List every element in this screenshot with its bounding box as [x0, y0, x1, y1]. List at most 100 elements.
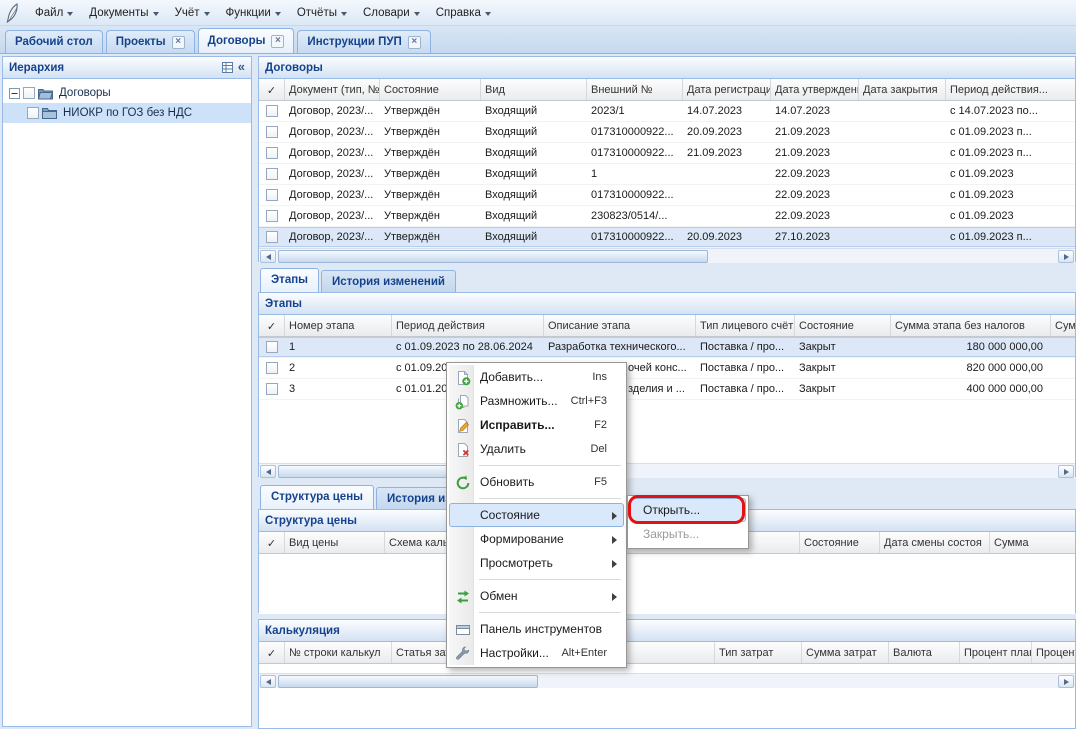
menu-item-toolbar-panel[interactable]: Панель инструментов: [449, 617, 624, 641]
column-header[interactable]: Сумма: [1051, 315, 1075, 336]
menubar-item-accounting[interactable]: Учёт: [167, 3, 218, 23]
column-header[interactable]: Сумма этапа без налогов: [891, 315, 1051, 336]
column-header[interactable]: Тип лицевого счёт: [696, 315, 795, 336]
tab-stages[interactable]: Этапы: [260, 268, 319, 292]
column-header[interactable]: ✓: [259, 315, 285, 336]
scroll-thumb[interactable]: [278, 675, 538, 688]
tab-price-structure[interactable]: Структура цены: [260, 485, 374, 509]
menu-item-exchange[interactable]: Обмен: [449, 584, 624, 608]
row-checkbox[interactable]: [266, 362, 278, 374]
column-header[interactable]: Внешний №: [587, 79, 683, 100]
scroll-left-button[interactable]: [260, 675, 276, 688]
tab-change-history[interactable]: История изменений: [321, 270, 456, 292]
column-header[interactable]: Сумма затрат: [802, 642, 889, 663]
row-checkbox[interactable]: [266, 383, 278, 395]
menu-item-add[interactable]: Добавить...Ins: [449, 365, 624, 389]
table-row[interactable]: Договор, 2023/...УтверждёнВходящий122.09…: [259, 164, 1075, 185]
row-checkbox[interactable]: [266, 189, 278, 201]
scroll-thumb[interactable]: [278, 250, 708, 263]
menu-item-view[interactable]: Просмотреть: [449, 551, 624, 575]
tab-pup-instructions[interactable]: Инструкции ПУП×: [297, 30, 430, 53]
row-checkbox[interactable]: [266, 231, 278, 243]
calculation-horizontal-scrollbar[interactable]: [259, 673, 1075, 688]
stages-panel-title: Этапы: [265, 298, 302, 310]
menubar-item-reports[interactable]: Отчёты: [289, 3, 355, 23]
column-header[interactable]: Описание этапа: [544, 315, 696, 336]
row-checkbox[interactable]: [266, 126, 278, 138]
column-header[interactable]: Период действия: [392, 315, 544, 336]
table-row[interactable]: Договор, 2023/...УтверждёнВходящий017310…: [259, 143, 1075, 164]
column-header[interactable]: Дата закрытия: [859, 79, 946, 100]
row-checkbox-cell: [259, 185, 285, 205]
row-checkbox[interactable]: [266, 168, 278, 180]
tab-close-icon[interactable]: ×: [408, 36, 421, 49]
tab-desktop[interactable]: Рабочий стол: [5, 30, 103, 53]
filter-grid-icon[interactable]: [222, 62, 233, 73]
column-header[interactable]: Сумма: [990, 532, 1075, 553]
column-header[interactable]: Состояние: [795, 315, 891, 336]
table-row[interactable]: Договор, 2023/...УтверждёнВходящий017310…: [259, 227, 1075, 248]
column-header[interactable]: Вид: [481, 79, 587, 100]
scroll-left-button[interactable]: [260, 465, 276, 478]
table-row[interactable]: 3с 01.01.202зделия и ...Поставка / про..…: [259, 379, 1075, 400]
scroll-right-button[interactable]: [1058, 250, 1074, 263]
tab-contracts[interactable]: Договоры×: [198, 28, 295, 53]
table-cell: Входящий: [481, 227, 587, 247]
column-header[interactable]: Состояние: [380, 79, 481, 100]
table-row[interactable]: Договор, 2023/...УтверждёнВходящий017310…: [259, 185, 1075, 206]
menubar-item-documents[interactable]: Документы: [81, 3, 166, 23]
column-header[interactable]: Дата регистрации: [683, 79, 771, 100]
menubar-item-file[interactable]: Файл: [27, 3, 81, 23]
row-checkbox[interactable]: [266, 210, 278, 222]
table-row[interactable]: Договор, 2023/...УтверждёнВходящий230823…: [259, 206, 1075, 227]
tree-node-niokr-folder[interactable]: НИОКР по ГОЗ без НДС: [3, 103, 251, 123]
column-header[interactable]: Процент ф...: [1032, 642, 1075, 663]
menu-item-settings[interactable]: Настройки...Alt+Enter: [449, 641, 624, 665]
column-header[interactable]: Дата утверждения: [771, 79, 859, 100]
tree-checkbox[interactable]: [23, 87, 35, 99]
row-checkbox[interactable]: [266, 341, 278, 353]
table-row[interactable]: Договор, 2023/...УтверждёнВходящий017310…: [259, 122, 1075, 143]
tree-checkbox[interactable]: [27, 107, 39, 119]
column-header[interactable]: Вид цены: [285, 532, 385, 553]
collapse-toggle-icon[interactable]: [9, 88, 20, 99]
column-header[interactable]: ✓: [259, 79, 285, 100]
menu-item-refresh[interactable]: ОбновитьF5: [449, 470, 624, 494]
scroll-right-button[interactable]: [1058, 675, 1074, 688]
menubar-item-dictionaries[interactable]: Словари: [355, 3, 428, 23]
table-row[interactable]: Договор, 2023/...УтверждёнВходящий2023/1…: [259, 101, 1075, 122]
scroll-right-button[interactable]: [1058, 465, 1074, 478]
menubar-item-help[interactable]: Справка: [428, 3, 499, 23]
menubar-item-functions[interactable]: Функции: [218, 3, 289, 23]
row-checkbox[interactable]: [266, 105, 278, 117]
menu-item-duplicate[interactable]: Размножить...Ctrl+F3: [449, 389, 624, 413]
column-header[interactable]: Номер этапа: [285, 315, 392, 336]
column-header[interactable]: ✓: [259, 532, 285, 553]
menu-item-delete[interactable]: УдалитьDel: [449, 437, 624, 461]
column-header[interactable]: Документ (тип, №...: [285, 79, 380, 100]
column-header[interactable]: ✓: [259, 642, 285, 663]
menu-item-state[interactable]: Состояние: [449, 503, 624, 527]
column-header[interactable]: № строки калькул: [285, 642, 392, 663]
table-row[interactable]: 1с 01.09.2023 по 28.06.2024Разработка те…: [259, 337, 1075, 358]
contracts-horizontal-scrollbar[interactable]: [259, 248, 1075, 263]
menu-item-open[interactable]: Открыть...: [630, 498, 746, 522]
column-header[interactable]: Состояние: [800, 532, 880, 553]
row-checkbox[interactable]: [266, 147, 278, 159]
tab-close-icon[interactable]: ×: [172, 36, 185, 49]
column-header[interactable]: Процент план: [960, 642, 1032, 663]
tree-node-contracts-root[interactable]: Договоры: [3, 83, 251, 103]
column-header[interactable]: Валюта: [889, 642, 960, 663]
menu-separator: [479, 612, 621, 613]
menu-item-edit[interactable]: Исправить...F2: [449, 413, 624, 437]
tab-projects[interactable]: Проекты×: [106, 30, 195, 53]
column-header[interactable]: Период действия...: [946, 79, 1075, 100]
scroll-left-button[interactable]: [260, 250, 276, 263]
stages-horizontal-scrollbar[interactable]: [259, 463, 1075, 478]
column-header[interactable]: Дата смены состоя: [880, 532, 990, 553]
column-header[interactable]: Тип затрат: [715, 642, 802, 663]
collapse-panel-icon[interactable]: «: [238, 60, 245, 74]
menu-item-formation[interactable]: Формирование: [449, 527, 624, 551]
tab-close-icon[interactable]: ×: [271, 35, 284, 48]
table-row[interactable]: 2с 01.09.202очей конс...Поставка / про..…: [259, 358, 1075, 379]
